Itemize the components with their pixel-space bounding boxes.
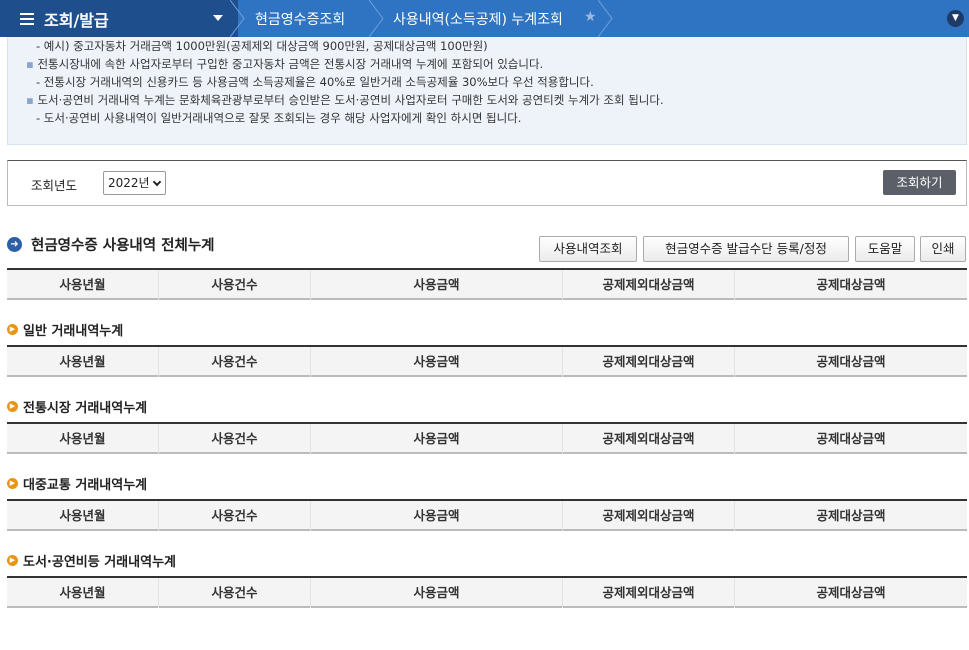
column-header: 사용년월: [7, 424, 159, 454]
search-panel: 조회년도 2022년 조회하기: [7, 160, 967, 206]
column-header: 사용건수: [159, 347, 311, 377]
arrow-right-circle-icon: ➜: [7, 237, 22, 252]
info-line: - 예시) 중고자동차 거래금액 1000만원(공제제외 대상금액 900만원,…: [36, 39, 488, 53]
column-header: 공제제외대상금액: [563, 424, 735, 454]
info-notes-box: - 예시) 중고자동차 거래금액 1000만원(공제제외 대상금액 900만원,…: [7, 37, 967, 145]
menu-dropdown[interactable]: 조회/발급: [0, 0, 238, 37]
info-line: ▪ 도서·공연비 거래내역 누계는 문화체육관광부로부터 승인받은 도서·공연비…: [26, 93, 664, 107]
column-header: 공제대상금액: [816, 277, 886, 292]
arrow-circle-icon: ▶: [7, 324, 18, 335]
market-table-header: 사용년월 사용건수 사용금액 공제제외대상금액 공제대상금액: [7, 422, 967, 454]
info-line: ▪ 전통시장내에 속한 사업자로부터 구입한 중고자동차 금액은 전통시장 거래…: [26, 57, 544, 71]
subsection-title: ▶ 전통시장 거래내역누계: [7, 397, 147, 416]
column-header: 사용년월: [7, 347, 159, 377]
favorite-star-icon[interactable]: ★: [584, 9, 597, 25]
top-navigation-bar: 조회/발급 현금영수증조회 사용내역(소득공제) 누계조회 ★ ▼: [0, 0, 969, 37]
total-table-header: 사용년월 사용건수 사용금액 공제제외대상금액 공제대상금액: [7, 268, 967, 300]
hamburger-icon: [20, 12, 34, 25]
print-button[interactable]: 인쇄: [920, 236, 966, 262]
chevron-separator-icon: [230, 0, 245, 37]
search-button[interactable]: 조회하기: [883, 170, 956, 195]
column-header: 공제제외대상금액: [563, 578, 735, 608]
usage-lookup-button[interactable]: 사용내역조회: [539, 236, 637, 262]
column-header: 사용건수: [159, 501, 311, 531]
column-header: 사용건수: [159, 578, 311, 608]
year-label: 조회년도: [31, 178, 78, 193]
arrow-circle-icon: ▶: [7, 478, 18, 489]
info-line: - 전통시장 거래내역의 신용카드 등 사용금액 소득공제율은 40%로 일반거…: [36, 75, 594, 89]
bullet-icon: ▪: [26, 93, 38, 107]
arrow-circle-icon: ▶: [7, 555, 18, 566]
transit-table-header: 사용년월 사용건수 사용금액 공제제외대상금액 공제대상금액: [7, 499, 967, 531]
info-line: - 도서·공연비 사용내역이 일반거래내역으로 잘못 조회되는 경우 해당 사업…: [36, 111, 522, 125]
expand-down-icon[interactable]: ▼: [947, 10, 964, 27]
section-title: ➜ 현금영수증 사용내역 전체누계: [7, 234, 215, 255]
bullet-icon: ▪: [26, 57, 38, 71]
arrow-circle-icon: ▶: [7, 401, 18, 412]
breadcrumb-usage-total[interactable]: 사용내역(소득공제) 누계조회: [393, 0, 563, 37]
column-header: 사용금액: [311, 578, 563, 608]
column-header: 공제제외대상금액: [563, 347, 735, 377]
column-header: 사용년월: [7, 270, 159, 300]
subsection-title: ▶ 도서·공연비등 거래내역누계: [7, 551, 176, 570]
chevron-separator-icon: [598, 0, 613, 37]
column-header: 공제대상금액: [816, 354, 886, 369]
subsection-title: ▶ 일반 거래내역누계: [7, 320, 123, 339]
chevron-separator-icon: [369, 0, 384, 37]
column-header: 공제제외대상금액: [563, 501, 735, 531]
column-header: 사용금액: [311, 501, 563, 531]
column-header: 공제대상금액: [816, 508, 886, 523]
column-header: 사용건수: [159, 424, 311, 454]
general-table-header: 사용년월 사용건수 사용금액 공제제외대상금액 공제대상금액: [7, 345, 967, 377]
help-button[interactable]: 도움말: [855, 236, 915, 262]
column-header: 공제대상금액: [816, 585, 886, 600]
chevron-down-icon: [152, 177, 162, 187]
column-header: 사용금액: [311, 424, 563, 454]
breadcrumb-cash-receipt[interactable]: 현금영수증조회: [255, 0, 345, 37]
column-header: 사용년월: [7, 501, 159, 531]
column-header: 사용건수: [159, 270, 311, 300]
column-header: 사용년월: [7, 578, 159, 608]
year-select[interactable]: 2022년: [103, 171, 166, 195]
register-method-button[interactable]: 현금영수증 발급수단 등록/정정: [643, 236, 849, 262]
column-header: 사용금액: [311, 270, 563, 300]
caret-down-icon: [213, 15, 223, 21]
menu-title: 조회/발급: [44, 10, 109, 30]
column-header: 사용금액: [311, 347, 563, 377]
culture-table-header: 사용년월 사용건수 사용금액 공제제외대상금액 공제대상금액: [7, 576, 967, 608]
subsection-title: ▶ 대중교통 거래내역누계: [7, 474, 147, 493]
column-header: 공제제외대상금액: [563, 270, 735, 300]
column-header: 공제대상금액: [816, 431, 886, 446]
